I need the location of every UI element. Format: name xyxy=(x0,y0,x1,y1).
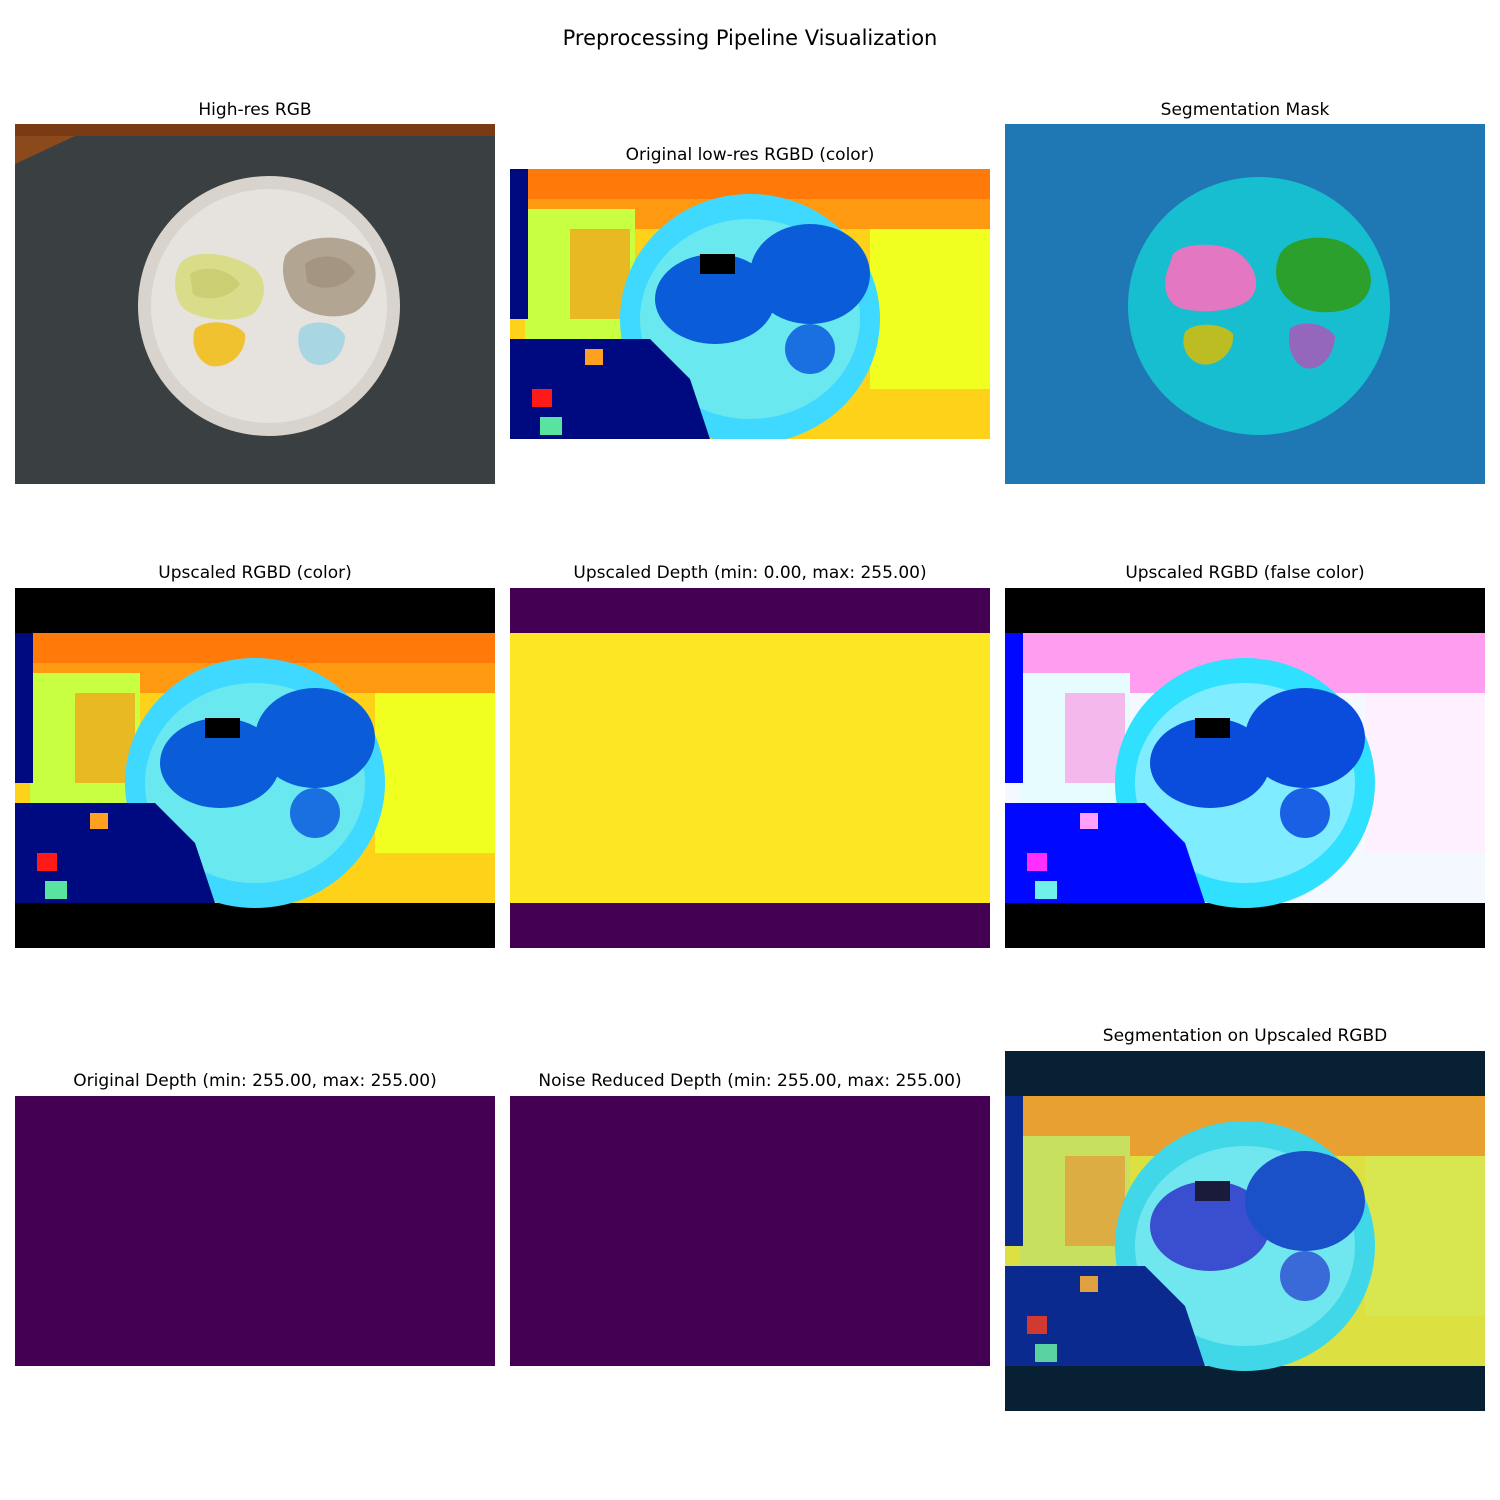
panel-title-upscaled-rgbd-false-color: Upscaled RGBD (false color) xyxy=(1125,563,1365,583)
panel-title-noise-reduced-depth: Noise Reduced Depth (min: 255.00, max: 2… xyxy=(538,1071,962,1091)
panel-noise-reduced-depth xyxy=(510,1096,990,1366)
panel-title-upscaled-depth: Upscaled Depth (min: 0.00, max: 255.00) xyxy=(573,563,927,583)
panel-title-original-depth: Original Depth (min: 255.00, max: 255.00… xyxy=(73,1071,437,1091)
panel-high-res-rgb xyxy=(15,124,495,484)
panel-title-segmentation-on-upscaled-rgbd: Segmentation on Upscaled RGBD xyxy=(1102,1026,1388,1046)
panel-title-original-low-res-rgbd: Original low-res RGBD (color) xyxy=(625,145,875,165)
panel-upscaled-rgbd-color xyxy=(15,588,495,948)
panel-title-high-res-rgb: High-res RGB xyxy=(198,100,312,120)
figure-title: Preprocessing Pipeline Visualization xyxy=(562,26,938,50)
panel-title-segmentation-mask: Segmentation Mask xyxy=(1160,100,1330,120)
panel-original-depth xyxy=(15,1096,495,1366)
panel-upscaled-rgbd-false-color xyxy=(1005,588,1485,948)
panel-segmentation-mask xyxy=(1005,124,1485,484)
panel-segmentation-on-upscaled-rgbd xyxy=(1005,1051,1485,1411)
panel-original-low-res-rgbd xyxy=(510,169,990,439)
panel-upscaled-depth xyxy=(510,588,990,948)
panel-title-upscaled-rgbd-color: Upscaled RGBD (color) xyxy=(158,563,352,583)
